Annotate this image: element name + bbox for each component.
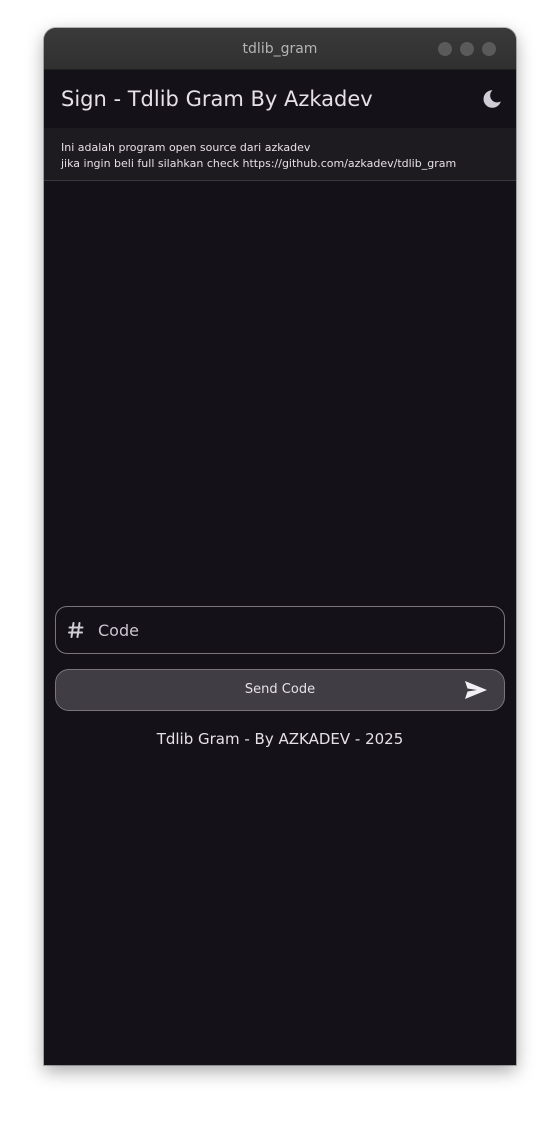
info-banner: Ini adalah program open source dari azka… xyxy=(44,128,516,181)
hash-icon xyxy=(68,622,84,638)
window-titlebar[interactable]: tdlib_gram xyxy=(44,28,516,70)
app-window: tdlib_gram Sign - Tdlib Gram By Azkadev … xyxy=(44,28,516,1065)
page-title: Sign - Tdlib Gram By Azkadev xyxy=(61,87,373,111)
send-icon xyxy=(465,681,487,699)
maximize-icon[interactable] xyxy=(460,42,474,56)
moon-icon xyxy=(483,90,501,108)
send-code-button[interactable]: Send Code xyxy=(55,669,505,711)
theme-toggle-button[interactable] xyxy=(480,87,504,111)
send-code-label: Send Code xyxy=(244,682,316,697)
footer-text: Tdlib Gram - By AZKADEV - 2025 xyxy=(156,730,404,748)
close-icon[interactable] xyxy=(482,42,496,56)
app-bar: Sign - Tdlib Gram By Azkadev xyxy=(44,70,516,128)
minimize-icon[interactable] xyxy=(438,42,452,56)
banner-line-2: jika ingin beli full silahkan check http… xyxy=(61,157,457,170)
code-field[interactable] xyxy=(55,606,505,654)
banner-line-1: Ini adalah program open source dari azka… xyxy=(61,141,311,154)
code-input[interactable] xyxy=(98,607,494,653)
